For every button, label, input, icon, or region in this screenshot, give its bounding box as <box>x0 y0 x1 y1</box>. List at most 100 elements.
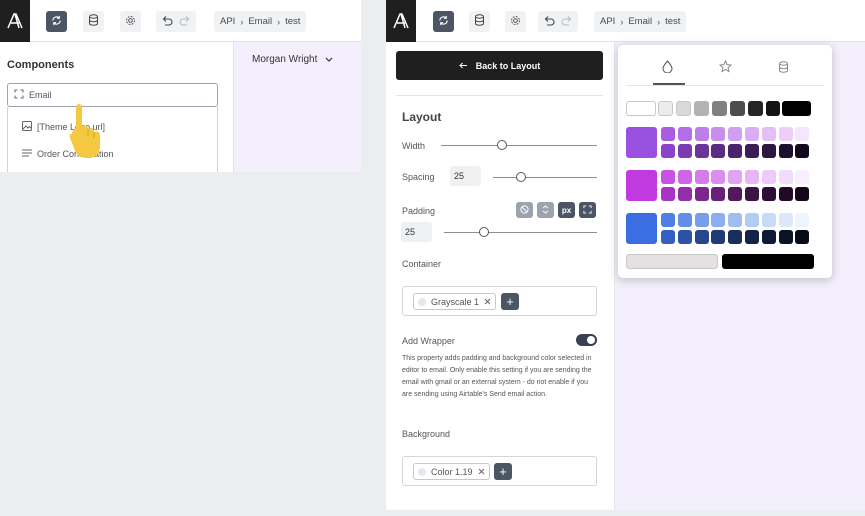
blue-light-swatch[interactable] <box>677 213 692 227</box>
breadcrumb-test[interactable]: test <box>285 16 300 27</box>
sync-button[interactable] <box>46 11 67 32</box>
purple-light-swatch[interactable] <box>677 127 692 141</box>
purple-light-swatch[interactable] <box>728 127 743 141</box>
purple-light-swatch[interactable] <box>711 127 726 141</box>
data-button[interactable] <box>83 11 104 32</box>
user-menu[interactable]: Morgan Wright <box>252 54 333 65</box>
width-slider[interactable] <box>441 140 597 150</box>
magenta-light-swatch[interactable] <box>694 170 709 184</box>
magenta-dark-swatch[interactable] <box>778 187 793 201</box>
gray-swatch[interactable] <box>730 101 745 116</box>
blue-dark-swatch[interactable] <box>728 230 743 244</box>
blue-main-swatch[interactable] <box>626 213 657 244</box>
black-swatch[interactable] <box>722 254 814 269</box>
purple-dark-swatch[interactable] <box>745 144 759 158</box>
purple-dark-swatch[interactable] <box>795 144 810 158</box>
purple-light-swatch[interactable] <box>778 127 793 141</box>
px-unit-button[interactable]: px <box>558 202 575 218</box>
spacing-input[interactable]: 25 <box>450 166 481 186</box>
blue-dark-swatch[interactable] <box>778 230 793 244</box>
vertical-padding-button[interactable] <box>537 202 554 218</box>
blue-light-swatch[interactable] <box>745 213 759 227</box>
magenta-light-swatch[interactable] <box>677 170 692 184</box>
blue-light-swatch[interactable] <box>795 213 810 227</box>
close-icon[interactable] <box>478 467 485 477</box>
background-select[interactable]: Color 1.19 + <box>402 456 597 486</box>
redo-icon[interactable] <box>561 13 573 31</box>
blue-light-swatch[interactable] <box>661 213 675 227</box>
blue-light-swatch[interactable] <box>778 213 793 227</box>
purple-dark-swatch[interactable] <box>677 144 692 158</box>
purple-light-swatch[interactable] <box>661 127 675 141</box>
magenta-main-swatch[interactable] <box>626 170 657 201</box>
gray-swatch[interactable] <box>658 101 673 116</box>
settings-button[interactable] <box>120 11 141 32</box>
magenta-light-swatch[interactable] <box>728 170 743 184</box>
blue-dark-swatch[interactable] <box>711 230 726 244</box>
gray-swatch[interactable] <box>712 101 727 116</box>
breadcrumb-api[interactable]: API <box>220 16 235 27</box>
magenta-dark-swatch[interactable] <box>694 187 709 201</box>
blue-light-swatch[interactable] <box>694 213 709 227</box>
purple-dark-swatch[interactable] <box>694 144 709 158</box>
background-chip[interactable]: Color 1.19 <box>413 463 490 480</box>
purple-light-swatch[interactable] <box>795 127 810 141</box>
purple-light-swatch[interactable] <box>761 127 776 141</box>
blue-dark-swatch[interactable] <box>745 230 759 244</box>
blue-light-swatch[interactable] <box>761 213 776 227</box>
gray-swatch[interactable] <box>782 101 811 116</box>
close-icon[interactable] <box>484 297 491 307</box>
padding-input[interactable]: 25 <box>401 222 432 242</box>
undo-icon[interactable] <box>543 13 555 31</box>
neutral-light-swatch[interactable] <box>626 254 718 269</box>
magenta-dark-swatch[interactable] <box>795 187 810 201</box>
magenta-dark-swatch[interactable] <box>677 187 692 201</box>
blue-dark-swatch[interactable] <box>661 230 675 244</box>
magenta-light-swatch[interactable] <box>661 170 675 184</box>
magenta-light-swatch[interactable] <box>778 170 793 184</box>
gray-swatch[interactable] <box>694 101 709 116</box>
blue-light-swatch[interactable] <box>728 213 743 227</box>
breadcrumb-email[interactable]: Email <box>248 16 272 27</box>
magenta-dark-swatch[interactable] <box>745 187 759 201</box>
magenta-dark-swatch[interactable] <box>761 187 776 201</box>
magenta-light-swatch[interactable] <box>745 170 759 184</box>
gray-swatch[interactable] <box>676 101 691 116</box>
slider-handle[interactable] <box>516 172 526 182</box>
app-logo[interactable] <box>386 0 416 42</box>
purple-dark-swatch[interactable] <box>778 144 793 158</box>
data-button[interactable] <box>469 11 490 32</box>
magenta-dark-swatch[interactable] <box>728 187 743 201</box>
purple-dark-swatch[interactable] <box>761 144 776 158</box>
breadcrumb-test[interactable]: test <box>665 16 680 27</box>
all-sides-padding-button[interactable] <box>579 202 596 218</box>
container-chip[interactable]: Grayscale 1 <box>413 293 497 310</box>
slider-handle[interactable] <box>479 227 489 237</box>
magenta-dark-swatch[interactable] <box>711 187 726 201</box>
purple-dark-swatch[interactable] <box>661 144 675 158</box>
purple-dark-swatch[interactable] <box>711 144 726 158</box>
back-to-layout-button[interactable]: Back to Layout <box>396 51 603 80</box>
blue-dark-swatch[interactable] <box>694 230 709 244</box>
add-container-button[interactable]: + <box>501 293 519 310</box>
add-wrapper-toggle[interactable] <box>576 334 597 346</box>
blue-dark-swatch[interactable] <box>677 230 692 244</box>
undo-icon[interactable] <box>161 13 173 31</box>
gray-swatch[interactable] <box>766 101 780 116</box>
purple-light-swatch[interactable] <box>745 127 759 141</box>
redo-icon[interactable] <box>179 13 191 31</box>
purple-dark-swatch[interactable] <box>728 144 743 158</box>
breadcrumb-api[interactable]: API <box>600 16 615 27</box>
gray-swatch[interactable] <box>748 101 763 116</box>
padding-slider[interactable] <box>444 227 597 237</box>
app-logo[interactable] <box>0 0 30 42</box>
magenta-light-swatch[interactable] <box>761 170 776 184</box>
add-background-button[interactable]: + <box>494 463 512 480</box>
gray-swatch[interactable] <box>626 101 656 116</box>
blue-light-swatch[interactable] <box>711 213 726 227</box>
sync-button[interactable] <box>433 11 454 32</box>
container-select[interactable]: Grayscale 1 + <box>402 286 597 316</box>
component-search-input[interactable]: Email <box>7 83 218 107</box>
purple-light-swatch[interactable] <box>694 127 709 141</box>
magenta-light-swatch[interactable] <box>795 170 810 184</box>
